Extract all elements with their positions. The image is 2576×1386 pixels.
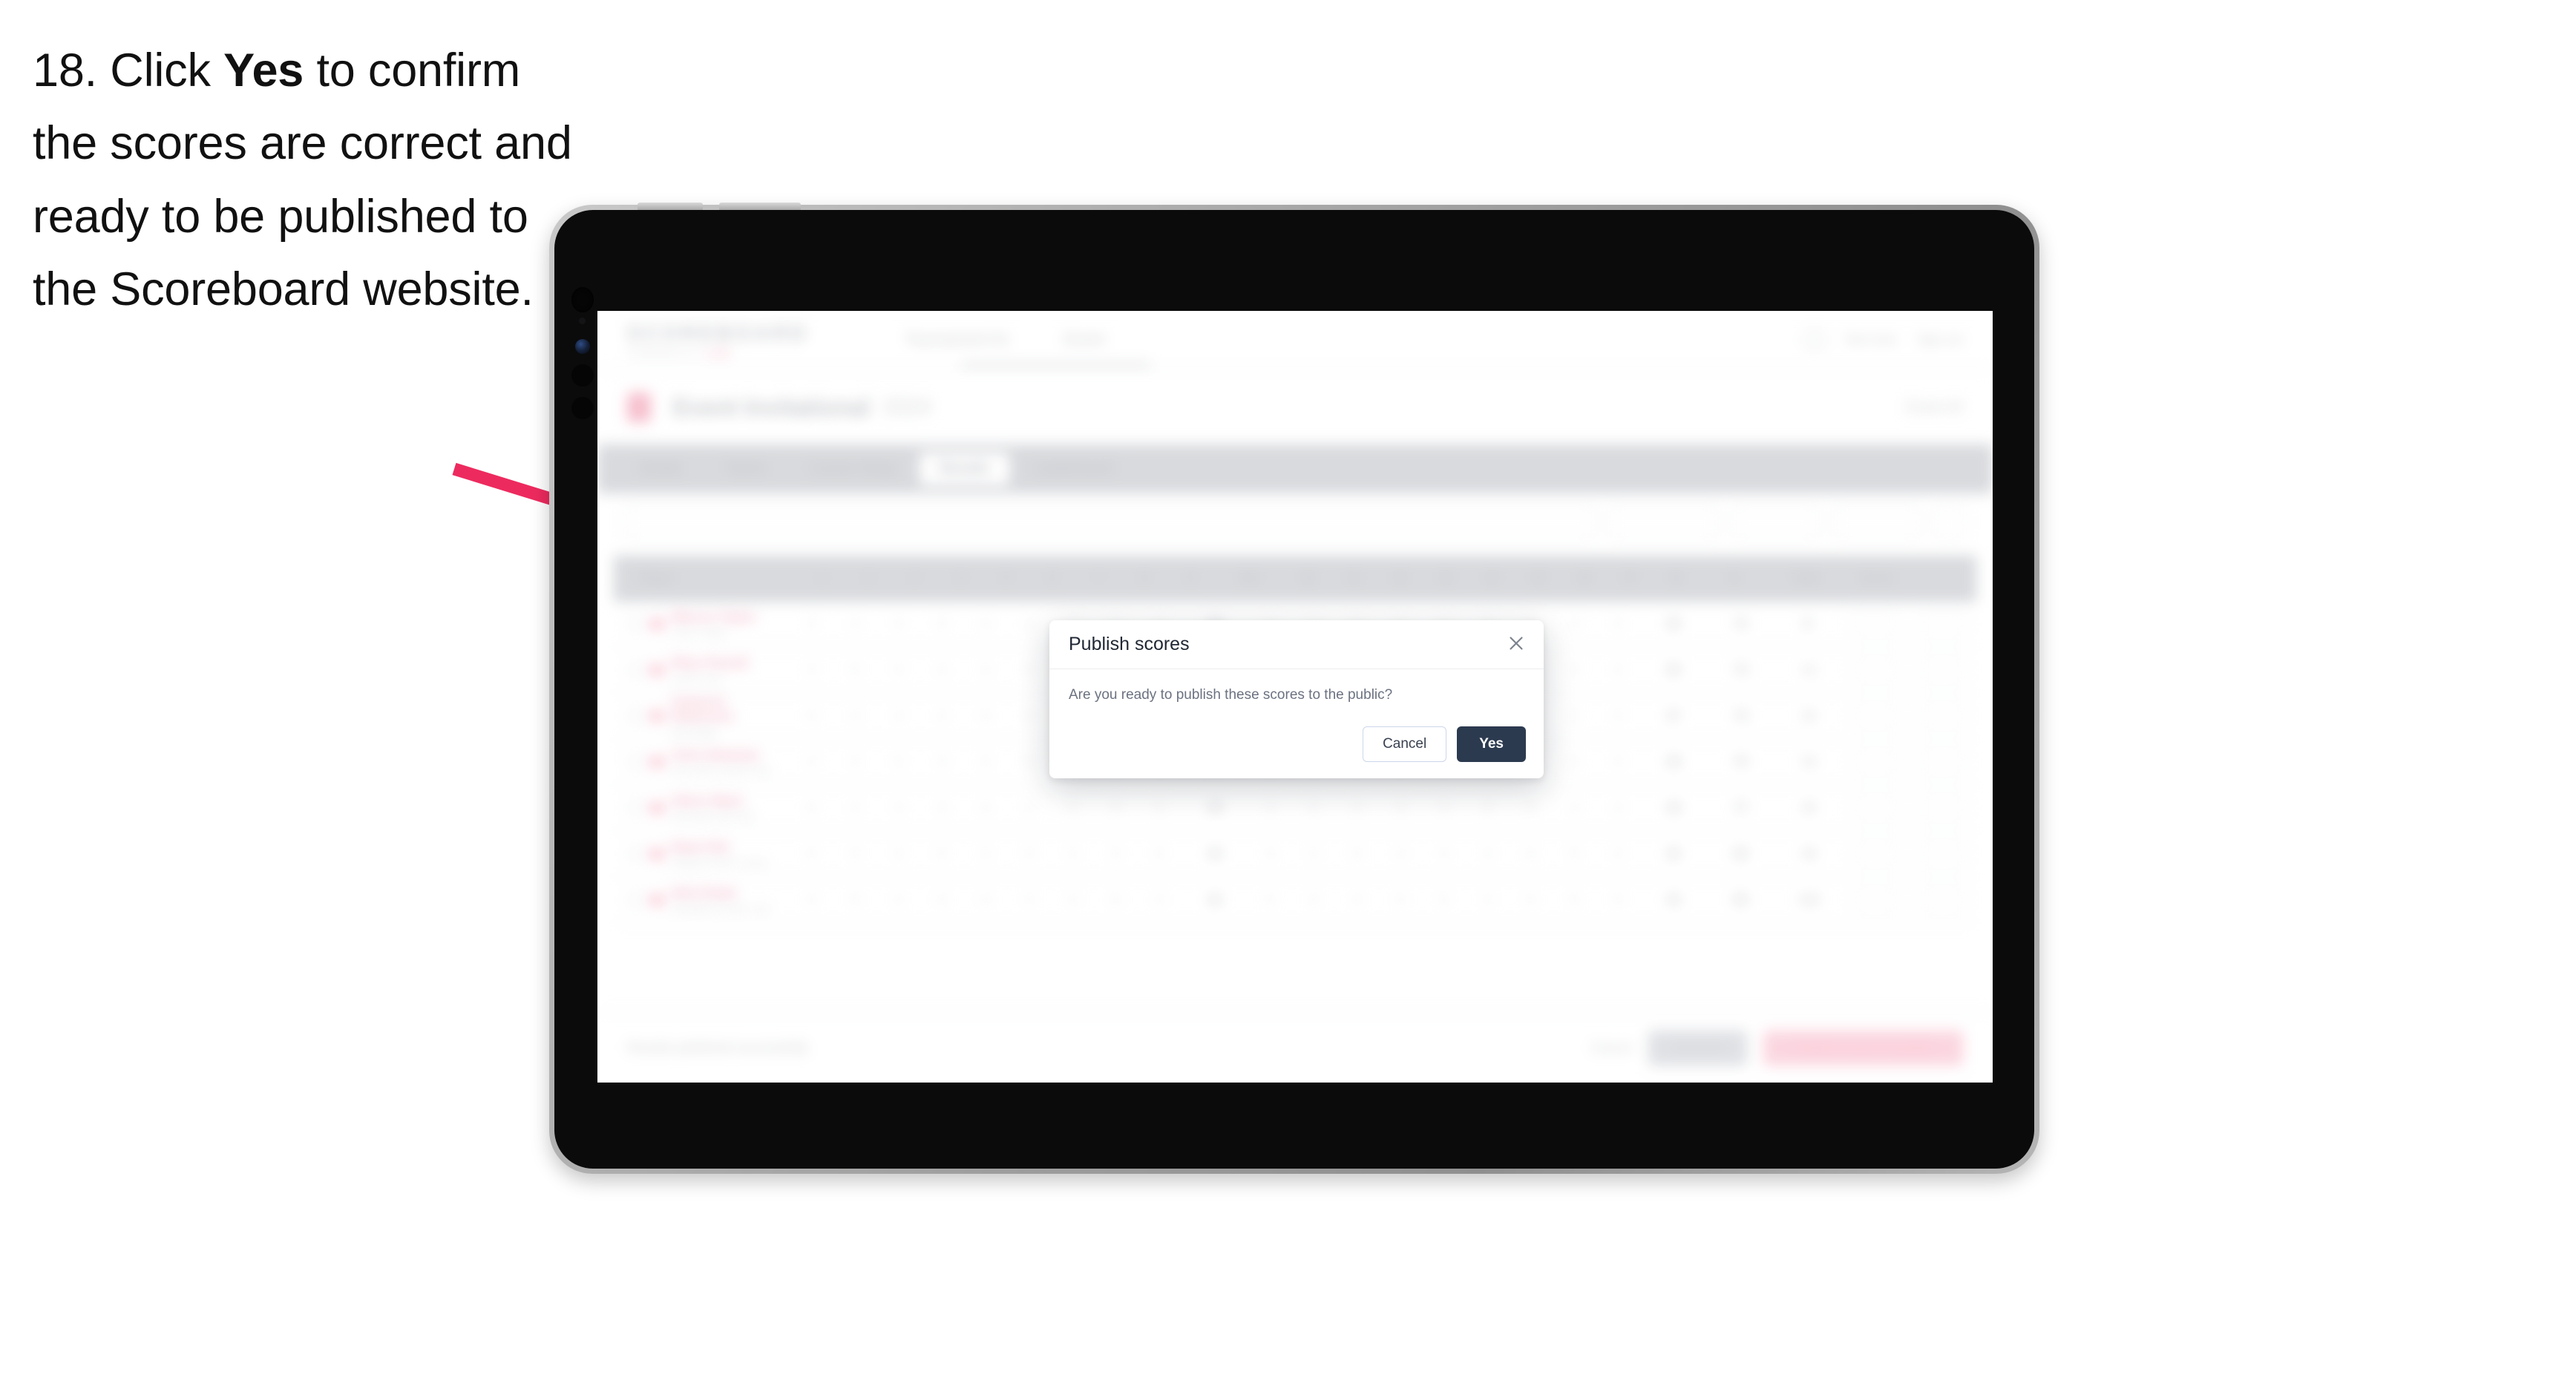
sensor-lens-icon xyxy=(575,339,590,354)
instruction-bold-term: Yes xyxy=(223,45,304,96)
publish-scores-dialog: Publish scores Are you ready to publish … xyxy=(1049,620,1544,778)
tablet-bezel: SCOREBOARD POWERED BY LIVE Tournament 01… xyxy=(554,203,2034,1169)
front-camera-icon xyxy=(571,287,594,312)
yes-button[interactable]: Yes xyxy=(1457,726,1526,762)
dialog-message: Are you ready to publish these scores to… xyxy=(1069,687,1393,703)
page-root: 18. Click Yes to confirm the scores are … xyxy=(0,0,2576,1386)
instruction-step-number: 18. xyxy=(33,45,97,96)
dialog-header: Publish scores xyxy=(1049,620,1544,669)
indicator-light-icon xyxy=(579,318,586,324)
tablet-screen: SCOREBOARD POWERED BY LIVE Tournament 01… xyxy=(597,311,1993,1083)
volume-down-button[interactable] xyxy=(719,203,801,210)
depth-sensor-icon xyxy=(571,364,594,387)
dialog-title: Publish scores xyxy=(1069,634,1190,654)
cancel-button[interactable]: Cancel xyxy=(1363,726,1447,762)
ambient-sensor-icon xyxy=(571,397,594,419)
tablet-device: SCOREBOARD POWERED BY LIVE Tournament 01… xyxy=(549,203,2039,1174)
instruction-text: 18. Click Yes to confirm the scores are … xyxy=(33,34,582,326)
instruction-lead: Click xyxy=(110,45,211,96)
dialog-body: Are you ready to publish these scores to… xyxy=(1049,669,1544,703)
volume-up-button[interactable] xyxy=(638,203,703,210)
dialog-footer: Cancel Yes xyxy=(1363,726,1526,762)
close-icon[interactable] xyxy=(1505,632,1527,654)
